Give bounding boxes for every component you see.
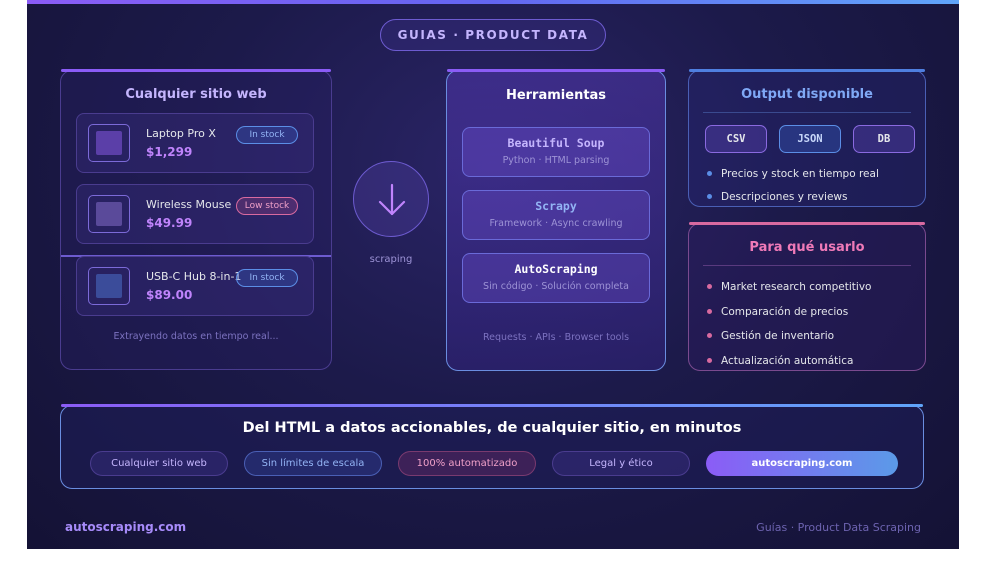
- top-accent-bar: [27, 0, 959, 4]
- website-link-button[interactable]: autoscraping.com: [706, 451, 898, 476]
- product-card: Laptop Pro X $1,299 In stock: [76, 113, 314, 173]
- tool-name: AutoScraping: [514, 262, 598, 276]
- panel-accent: [689, 222, 925, 225]
- format-csv: CSV: [705, 125, 767, 153]
- product-card: USB-C Hub 8-in-1 $89.00 In stock: [76, 256, 314, 316]
- website-panel: Cualquier sitio web Laptop Pro X $1,299 …: [60, 69, 332, 370]
- product-name: Laptop Pro X: [146, 127, 216, 140]
- footer-brand: autoscraping.com: [65, 520, 187, 534]
- output-panel: Output disponible CSV JSON DB Precios y …: [688, 69, 926, 207]
- bullet-text: Market research competitivo: [721, 281, 872, 293]
- product-price: $1,299: [146, 145, 193, 159]
- divider: [703, 112, 911, 113]
- use-bullet: Actualización automática: [707, 355, 853, 367]
- bullet-dot: [707, 193, 712, 199]
- product-name: USB-C Hub 8-in-1: [146, 270, 242, 283]
- tools-footnote: Requests · APIs · Browser tools: [482, 332, 630, 343]
- status-badge: In stock: [236, 269, 298, 287]
- bullet-dot: [707, 308, 712, 314]
- banner-headline: Del HTML a datos accionables, de cualqui…: [242, 420, 742, 436]
- tag-no-limits: Sin límites de escala: [244, 451, 382, 476]
- use-bullet: Market research competitivo: [707, 281, 871, 293]
- panel-accent: [61, 69, 331, 72]
- product-price: $49.99: [146, 216, 193, 230]
- format-json: JSON: [779, 125, 841, 153]
- tool-name: Beautiful Soup: [507, 136, 605, 150]
- extracting-note: Extrayendo datos en tiempo real...: [113, 331, 279, 342]
- tool-desc: Sin código · Solución completa: [483, 281, 629, 292]
- product-name: Wireless Mouse: [146, 198, 232, 211]
- output-bullet: Precios y stock en tiempo real: [707, 168, 879, 180]
- bottom-banner: Del HTML a datos accionables, de cualqui…: [60, 404, 924, 489]
- footer-caption: Guías · Product Data Scraping: [756, 521, 921, 534]
- divider: [703, 265, 911, 266]
- bullet-dot: [707, 357, 712, 363]
- tag-automated: 100% automatizado: [398, 451, 536, 476]
- use-bullet: Comparación de precios: [707, 306, 848, 318]
- panel-accent: [61, 404, 923, 407]
- tool-name: Scrapy: [535, 199, 577, 213]
- scraping-label: scraping: [369, 254, 413, 265]
- tag-legal: Legal y ético: [552, 451, 690, 476]
- bullet-text: Gestión de inventario: [721, 330, 835, 342]
- tool-desc: Python · HTML parsing: [502, 155, 610, 166]
- bullet-text: Comparación de precios: [721, 306, 849, 318]
- tool-desc: Framework · Async crawling: [489, 218, 623, 229]
- bullet-text: Actualización automática: [721, 355, 854, 367]
- product-card: Wireless Mouse $49.99 Low stock: [76, 184, 314, 244]
- product-image-icon: [88, 124, 130, 162]
- status-badge: Low stock: [236, 197, 298, 215]
- panel-accent: [447, 69, 665, 72]
- infographic-canvas: GUIAS · PRODUCT DATA Cualquier sitio web…: [27, 0, 959, 549]
- uses-panel: Para qué usarlo Market research competit…: [688, 222, 926, 371]
- uses-panel-title: Para qué usarlo: [749, 240, 865, 255]
- output-panel-title: Output disponible: [741, 87, 873, 102]
- website-panel-title: Cualquier sitio web: [125, 87, 267, 102]
- tool-card: AutoScraping Sin código · Solución compl…: [462, 253, 650, 303]
- bullet-text: Descripciones y reviews: [721, 191, 848, 203]
- output-bullet: Descripciones y reviews: [707, 191, 847, 203]
- panel-accent: [689, 69, 925, 72]
- product-image-icon: [88, 195, 130, 233]
- header-pill: GUIAS · PRODUCT DATA: [380, 19, 606, 51]
- bullet-dot: [707, 332, 712, 338]
- status-badge: In stock: [236, 126, 298, 144]
- tools-panel: Herramientas Beautiful Soup Python · HTM…: [446, 69, 666, 371]
- tag-any-site: Cualquier sitio web: [90, 451, 228, 476]
- bullet-text: Precios y stock en tiempo real: [721, 168, 879, 180]
- tool-card: Beautiful Soup Python · HTML parsing: [462, 127, 650, 177]
- bullet-dot: [707, 170, 712, 176]
- product-image-icon: [88, 267, 130, 305]
- tool-card: Scrapy Framework · Async crawling: [462, 190, 650, 240]
- scraping-arrow: [353, 161, 429, 237]
- arrow-down-icon: [378, 183, 406, 216]
- use-bullet: Gestión de inventario: [707, 330, 834, 342]
- format-db: DB: [853, 125, 915, 153]
- bullet-dot: [707, 283, 712, 289]
- product-price: $89.00: [146, 288, 193, 302]
- tools-panel-title: Herramientas: [505, 88, 607, 103]
